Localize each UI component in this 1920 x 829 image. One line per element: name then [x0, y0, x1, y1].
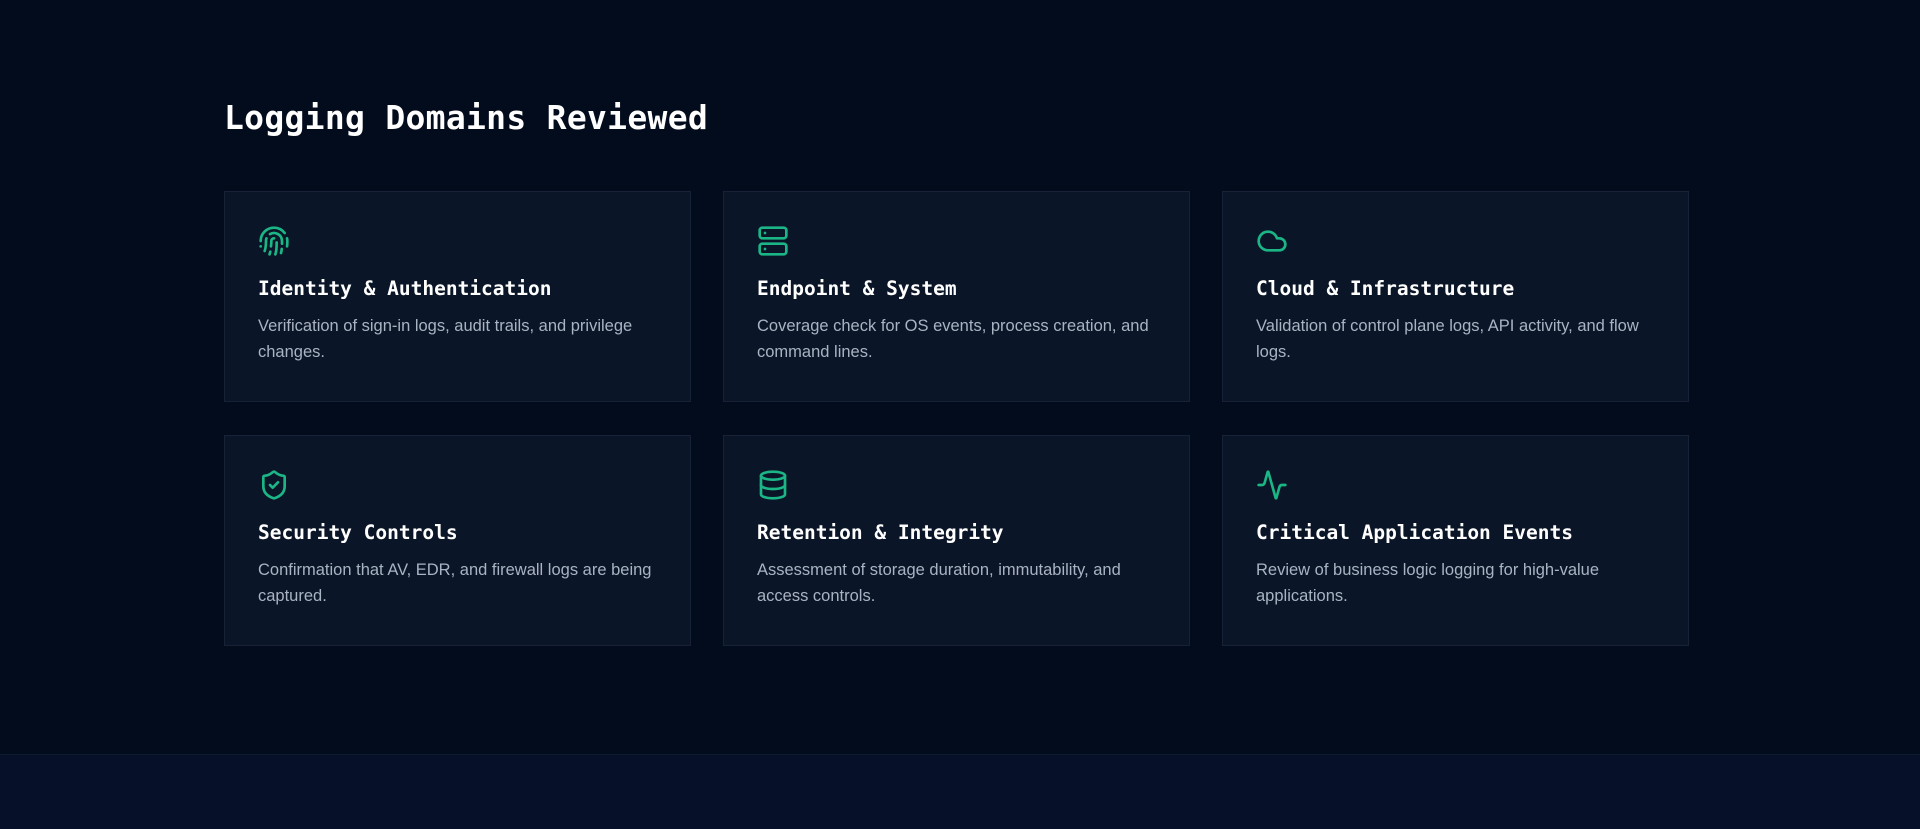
database-icon — [757, 469, 789, 501]
card-description: Confirmation that AV, EDR, and firewall … — [258, 561, 652, 605]
footer-band — [0, 754, 1920, 829]
domain-card-endpoint: Endpoint & System Coverage check for OS … — [723, 191, 1190, 402]
card-title: Endpoint & System — [757, 277, 957, 300]
domain-card-application: Critical Application Events Review of bu… — [1222, 435, 1689, 646]
shield-check-icon — [258, 469, 290, 501]
logging-domains-section: Logging Domains Reviewed Identity & Auth… — [0, 0, 1920, 754]
server-icon — [757, 225, 789, 257]
card-description: Review of business logic logging for hig… — [1256, 561, 1600, 605]
domain-card-security: Security Controls Confirmation that AV, … — [224, 435, 691, 646]
domain-card-identity: Identity & Authentication Verification o… — [224, 191, 691, 402]
card-description: Verification of sign-in logs, audit trai… — [258, 317, 633, 361]
card-title: Cloud & Infrastructure — [1256, 277, 1515, 300]
card-title: Critical Application Events — [1256, 521, 1573, 544]
domain-card-retention: Retention & Integrity Assessment of stor… — [723, 435, 1190, 646]
card-description: Assessment of storage duration, immutabi… — [757, 561, 1121, 605]
section-title: Logging Domains Reviewed — [224, 98, 709, 137]
card-description: Validation of control plane logs, API ac… — [1256, 317, 1639, 361]
activity-icon — [1256, 469, 1288, 501]
card-title: Retention & Integrity — [757, 521, 1004, 544]
domain-card-cloud: Cloud & Infrastructure Validation of con… — [1222, 191, 1689, 402]
card-description: Coverage check for OS events, process cr… — [757, 317, 1149, 361]
card-title: Security Controls — [258, 521, 458, 544]
domains-grid: Identity & Authentication Verification o… — [224, 191, 1690, 646]
fingerprint-icon — [258, 225, 290, 257]
cloud-icon — [1256, 225, 1288, 257]
card-title: Identity & Authentication — [258, 277, 552, 300]
